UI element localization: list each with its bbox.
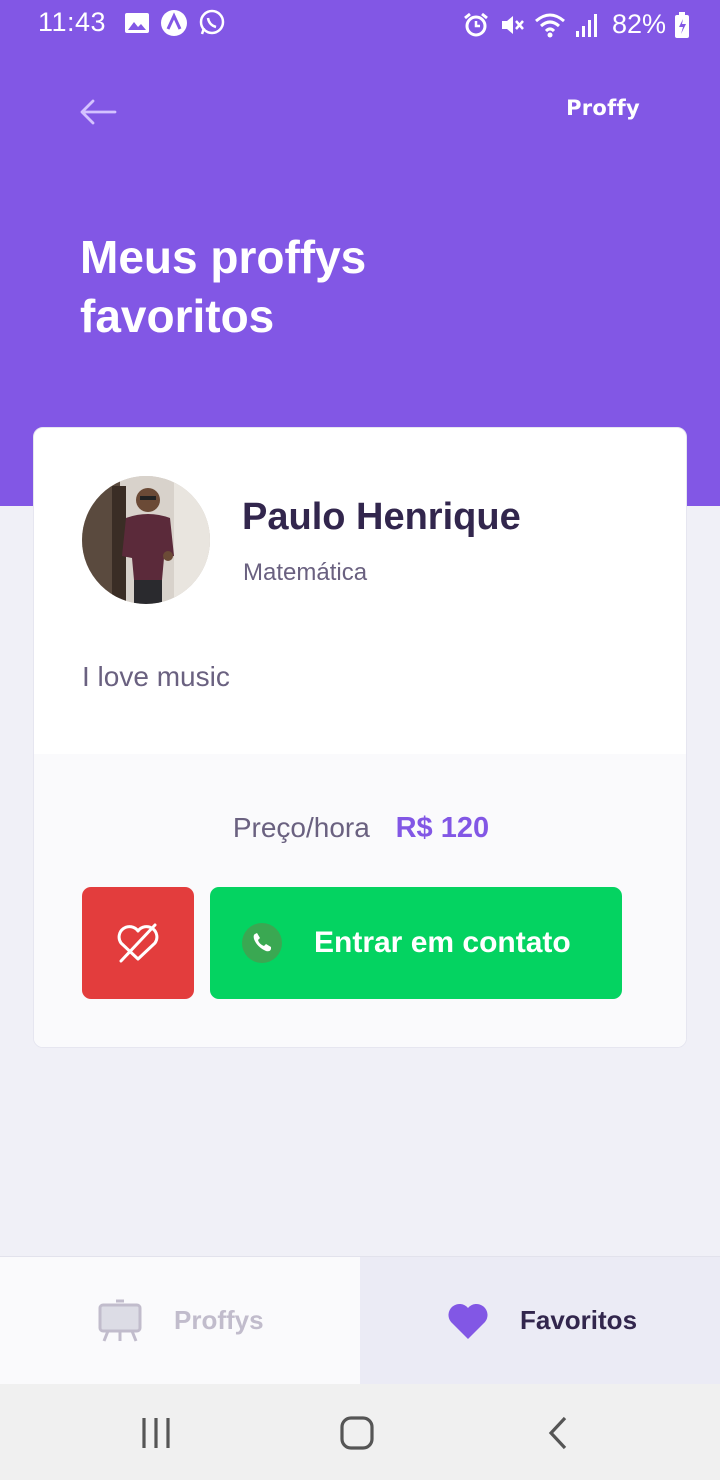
teacher-name: Paulo Henrique [242,496,521,538]
gallery-icon [125,13,149,33]
back-arrow-icon[interactable] [78,92,118,132]
tab-proffys-label: Proffys [174,1305,264,1335]
app-logo: Proffy [566,96,640,120]
teacher-bio: I love music [82,661,230,692]
signal-icon [575,13,597,37]
teacher-card: Paulo Henrique Matemática I love music P… [33,427,687,1048]
teacher-subject: Matemática [243,559,368,586]
home-icon[interactable] [332,1408,382,1458]
mute-icon [501,15,524,34]
battery-percentage: 82% [611,9,666,39]
heart-off-icon [117,923,159,963]
avatar [82,476,210,604]
alarm-icon [464,12,488,36]
contact-button[interactable]: Entrar em contato [210,887,622,999]
price-label: Preço/hora [232,812,370,843]
heart-icon [448,1303,488,1339]
unfavorite-button[interactable] [82,887,194,999]
tab-favoritos[interactable]: Favoritos [360,1257,720,1384]
whatsapp-icon [199,9,225,35]
tab-proffys[interactable]: Proffys [0,1257,360,1384]
status-system-icons: 82% [462,9,690,40]
easel-icon [98,1299,142,1342]
card-footer: Preço/hora R$ 120 Entrar em contato [34,754,686,1047]
status-bar: 11:43 82% [0,0,720,48]
price-value: R$ 120 [395,812,490,844]
tab-favoritos-label: Favoritos [520,1305,638,1335]
status-notification-icons [124,9,226,37]
bottom-tab-bar: Proffys Favoritos [0,1256,720,1384]
recents-icon[interactable] [131,1408,181,1458]
system-navigation-bar [0,1384,720,1480]
wifi-icon [534,13,565,37]
contact-button-label: Entrar em contato [314,926,571,959]
a-icon [161,10,187,36]
battery-icon [675,11,689,38]
page-title: Meus proffys favoritos [80,231,367,342]
system-back-icon[interactable] [534,1408,584,1458]
avatar-photo [82,476,210,604]
whatsapp-icon [242,923,282,963]
status-time: 11:43 [38,7,107,37]
price-row: Preço/hora R$ 120 [34,812,686,845]
